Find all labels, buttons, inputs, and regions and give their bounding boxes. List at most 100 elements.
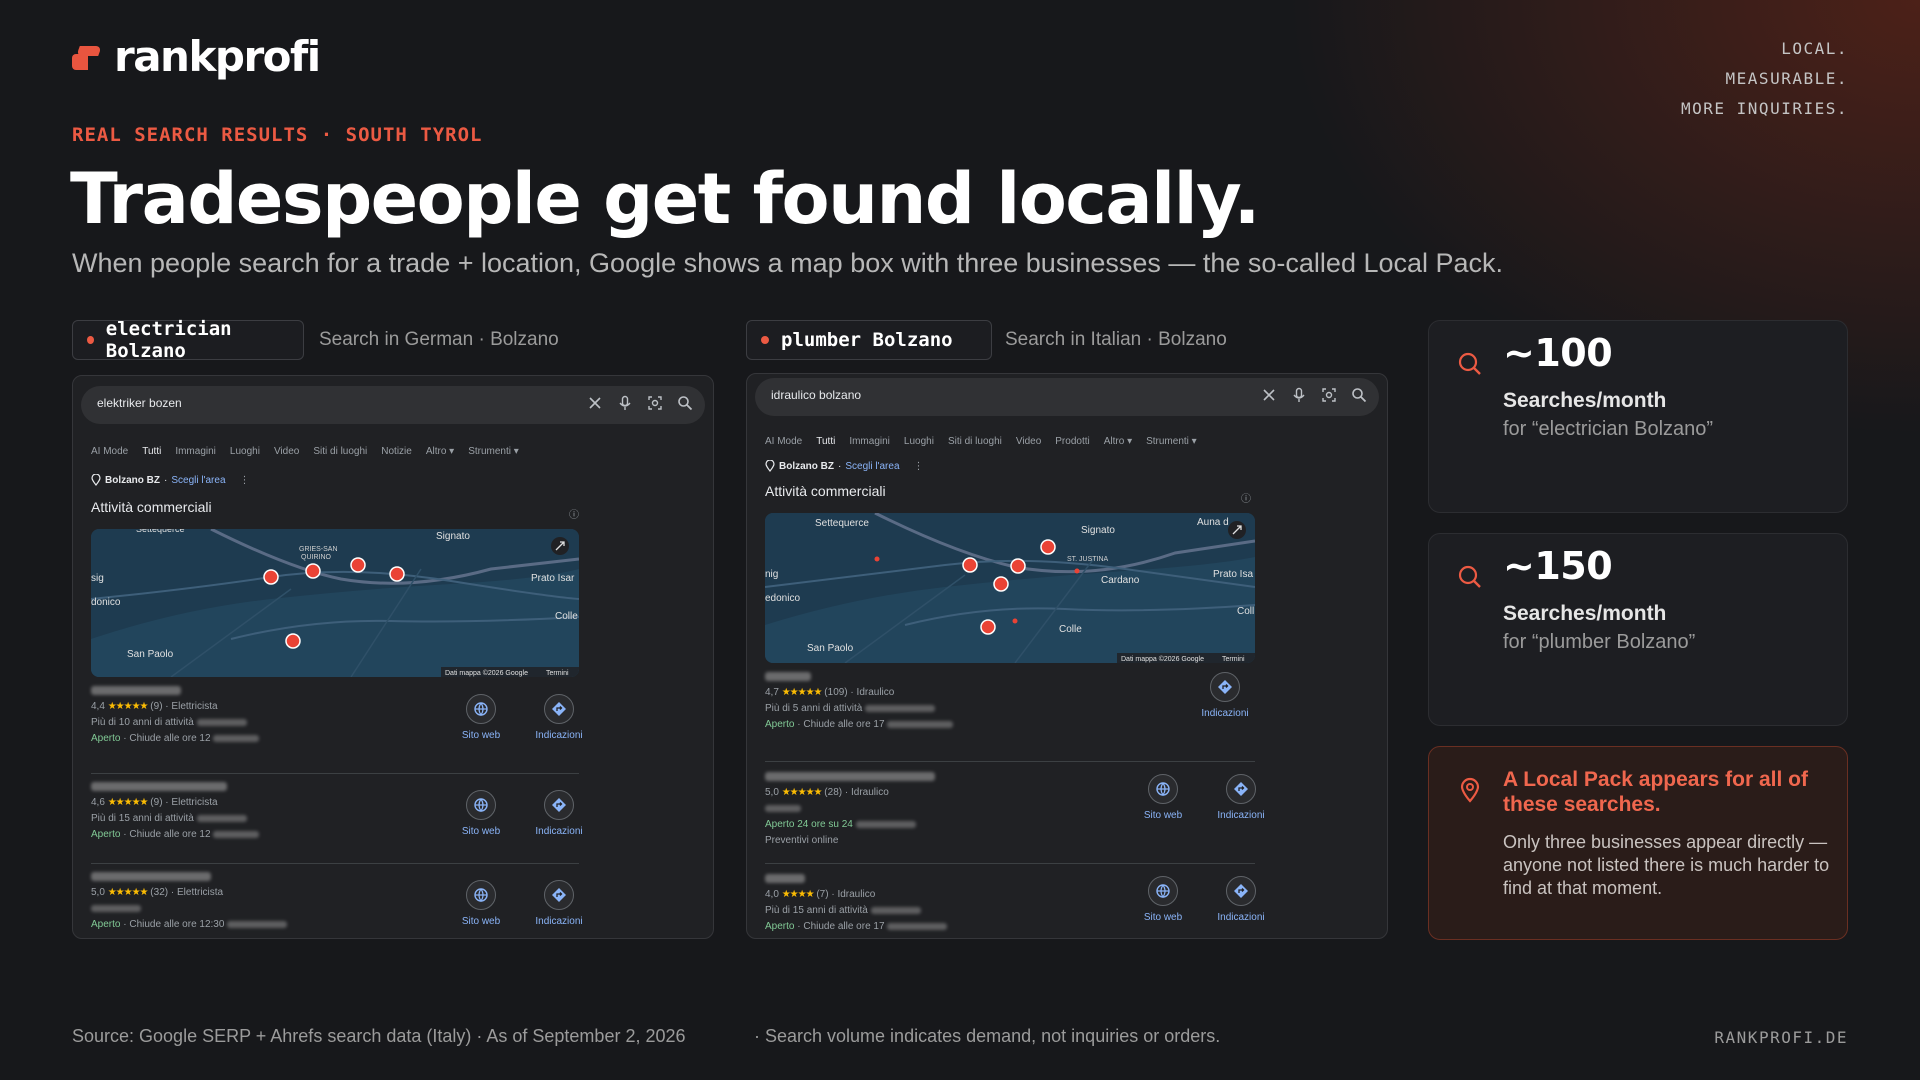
business-listing[interactable]: 5,0 ★★★★★ (28) · Idraulico Aperto 24 ore… <box>765 764 1265 864</box>
tab-all[interactable]: Tutti <box>816 436 835 447</box>
search-icon[interactable] <box>677 395 693 411</box>
svg-text:Termini: Termini <box>1222 656 1245 663</box>
business-listing[interactable]: 4,4 ★★★★★ (9) · Elettricista Più di 10 a… <box>91 686 583 774</box>
svg-text:Prato Isa: Prato Isa <box>1213 569 1253 580</box>
footer-note: · Search volume indicates demand, not in… <box>754 1026 1221 1046</box>
svg-text:GRIES-SAN: GRIES-SAN <box>299 546 338 553</box>
tagline: LOCAL. MEASURABLE. MORE INQUIRIES. <box>1681 34 1848 124</box>
directions-button[interactable]: Indicazioni <box>1197 672 1253 719</box>
tab-ai-mode[interactable]: AI Mode <box>765 436 802 447</box>
tab-all[interactable]: Tutti <box>142 446 161 457</box>
business-listing[interactable]: 4,7 ★★★★★ (109) · Idraulico Più di 5 ann… <box>765 672 1255 762</box>
business-name-blurred <box>91 686 181 695</box>
svg-text:Colle: Colle <box>1059 624 1082 635</box>
brand-logo[interactable]: rankprofi <box>72 32 321 81</box>
business-name-blurred <box>91 782 227 791</box>
eyebrow: REAL SEARCH RESULTS · SOUTH TYROL <box>72 124 483 146</box>
business-listing[interactable]: 5,0 ★★★★★ (32) · Elettricista Aperto · C… <box>91 866 583 938</box>
local-pack-map[interactable]: Settequerce Signato GRIES-SAN QUIRINO Pr… <box>91 529 579 677</box>
tab-ai-mode[interactable]: AI Mode <box>91 446 128 457</box>
svg-text:Prato Isar: Prato Isar <box>531 573 575 584</box>
directions-button[interactable]: Indicazioni <box>531 790 587 837</box>
tab-more[interactable]: Altro ▾ <box>426 446 454 457</box>
website-button[interactable]: Sito web <box>453 790 509 837</box>
map-pin-icon <box>91 474 101 486</box>
svg-text:Dati mappa ©2026 Google: Dati mappa ©2026 Google <box>1121 655 1204 663</box>
query-chip-label: electrician Bolzano <box>105 318 232 362</box>
serp-screenshot-plumber: idraulico bolzano AI Mode Tutti Immagini… <box>746 373 1388 939</box>
close-icon[interactable] <box>587 395 603 411</box>
tab-images[interactable]: Immagini <box>849 436 890 447</box>
search-input[interactable]: idraulico bolzano <box>771 388 861 402</box>
callout-title: A Local Pack appears for all of these se… <box>1503 768 1808 816</box>
svg-text:San Paolo: San Paolo <box>127 649 174 660</box>
directions-button[interactable]: Indicazioni <box>1213 774 1269 821</box>
directions-button[interactable]: Indicazioni <box>531 694 587 741</box>
stat-value: ~100 <box>1503 331 1613 375</box>
website-button[interactable]: Sito web <box>1135 876 1191 923</box>
info-icon[interactable]: ⓘ <box>1241 490 1251 505</box>
location-name: Bolzano BZ <box>779 460 834 472</box>
svg-text:nig: nig <box>765 569 778 580</box>
tagline-line: MEASURABLE. <box>1725 69 1848 88</box>
globe-icon <box>474 888 488 903</box>
directions-icon <box>1234 782 1248 796</box>
map-label: Settequerce <box>136 529 185 534</box>
map-pin-icon <box>765 460 775 472</box>
query-meta: Search in German · Bolzano <box>319 329 559 350</box>
website-button[interactable]: Sito web <box>453 694 509 741</box>
svg-text:donico: donico <box>91 597 121 608</box>
website-button[interactable]: Sito web <box>453 880 509 927</box>
directions-button[interactable]: Indicazioni <box>1213 876 1269 923</box>
tab-images[interactable]: Immagini <box>175 446 216 457</box>
tab-tools[interactable]: Strumenti ▾ <box>468 446 519 457</box>
svg-text:Cardano: Cardano <box>1101 575 1140 586</box>
section-title: Attività commerciali <box>765 483 886 499</box>
more-options-icon[interactable]: ⋮ <box>914 461 924 472</box>
status-dot <box>761 336 769 344</box>
search-icon[interactable] <box>1351 387 1367 403</box>
tab-place-sites[interactable]: Siti di luoghi <box>948 436 1002 447</box>
tab-news[interactable]: Notizie <box>381 446 412 457</box>
tagline-line: LOCAL. <box>1781 39 1848 58</box>
more-options-icon[interactable]: ⋮ <box>240 475 250 486</box>
directions-button[interactable]: Indicazioni <box>531 880 587 927</box>
search-input[interactable]: elektriker bozen <box>97 396 182 410</box>
lens-icon[interactable] <box>647 395 663 411</box>
query-meta: Search in Italian · Bolzano <box>1005 329 1227 350</box>
info-icon[interactable]: ⓘ <box>569 506 579 521</box>
microphone-icon[interactable] <box>617 395 633 411</box>
tab-video[interactable]: Video <box>274 446 299 457</box>
svg-text:edonico: edonico <box>765 593 800 604</box>
lens-icon[interactable] <box>1321 387 1337 403</box>
business-name-blurred <box>91 872 211 881</box>
tab-tools[interactable]: Strumenti ▾ <box>1146 436 1197 447</box>
business-name-blurred <box>765 874 805 883</box>
business-listing[interactable]: 4,6 ★★★★★ (9) · Elettricista Più di 15 a… <box>91 776 583 864</box>
search-bar[interactable]: elektriker bozen <box>81 386 705 424</box>
svg-text:Coll: Coll <box>1237 606 1254 617</box>
tab-video[interactable]: Video <box>1016 436 1041 447</box>
tab-places[interactable]: Luoghi <box>230 446 260 457</box>
tab-place-sites[interactable]: Siti di luoghi <box>313 446 367 457</box>
local-pack-map[interactable]: Settequerce Signato Auna d ST. JUSTINA C… <box>765 513 1255 663</box>
choose-area-link[interactable]: Scegli l'area <box>845 461 899 472</box>
svg-text:San Paolo: San Paolo <box>807 643 854 654</box>
search-tabs: AI Mode Tutti Immagini Luoghi Video Siti… <box>91 446 519 457</box>
business-listing[interactable]: 4,0 ★★★★ (7) · Idraulico Più di 15 anni … <box>765 866 1265 938</box>
tab-more[interactable]: Altro ▾ <box>1104 436 1132 447</box>
svg-text:Termini: Termini <box>546 670 569 677</box>
search-bar[interactable]: idraulico bolzano <box>755 378 1379 416</box>
tab-products[interactable]: Prodotti <box>1055 436 1089 447</box>
search-icon <box>1458 352 1481 375</box>
globe-icon <box>1156 782 1170 797</box>
location-name: Bolzano BZ <box>105 474 160 486</box>
microphone-icon[interactable] <box>1291 387 1307 403</box>
footer-domain[interactable]: RANKPROFI.DE <box>1714 1028 1848 1047</box>
website-button[interactable]: Sito web <box>1135 774 1191 821</box>
close-icon[interactable] <box>1261 387 1277 403</box>
page-title: Tradespeople get found locally. <box>70 158 1260 240</box>
choose-area-link[interactable]: Scegli l'area <box>171 475 225 486</box>
directions-icon <box>552 702 566 716</box>
tab-places[interactable]: Luoghi <box>904 436 934 447</box>
